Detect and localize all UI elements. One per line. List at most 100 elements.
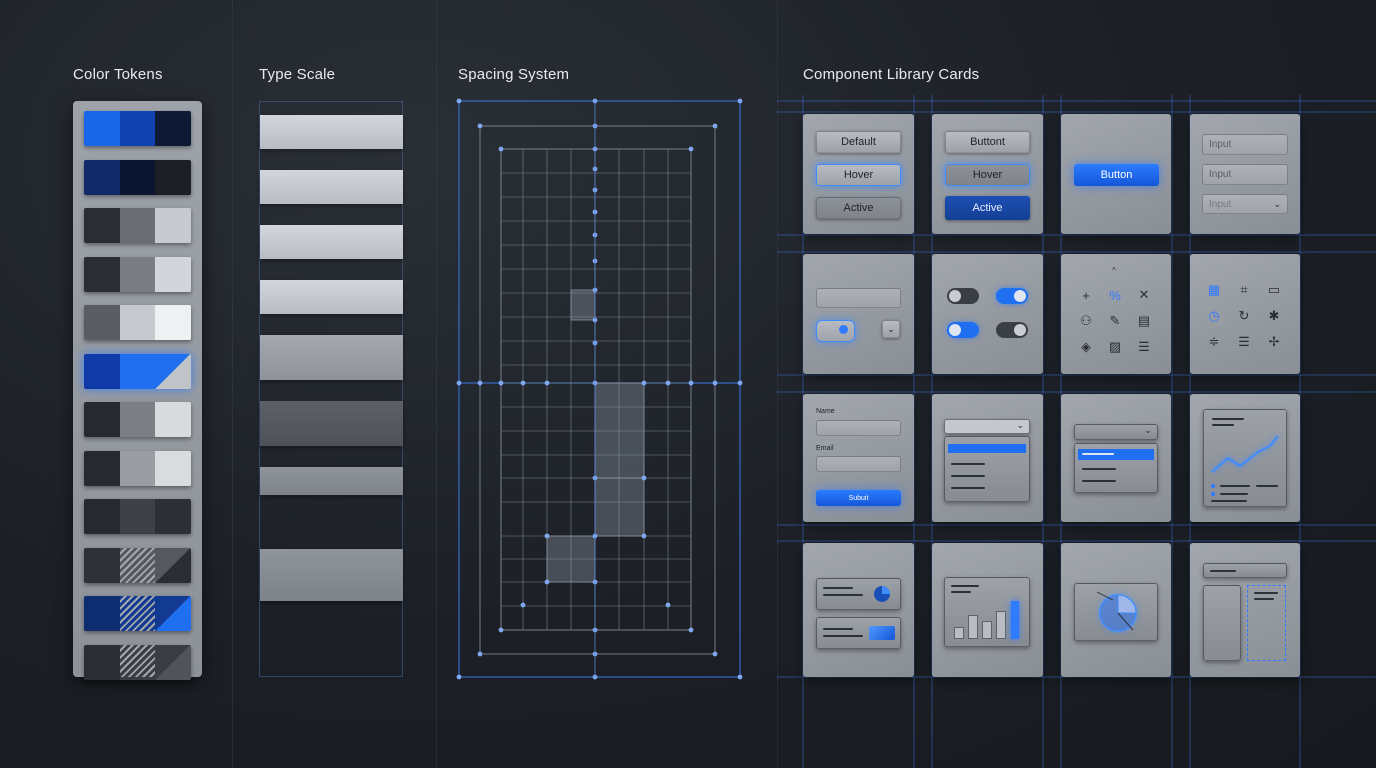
buttont-button[interactable]: Buttont xyxy=(945,131,1030,153)
card-button-states: Default Hover Active xyxy=(803,114,914,234)
name-input[interactable] xyxy=(816,420,901,436)
spacing-node xyxy=(688,146,694,152)
chevron-down-icon: ⌄ xyxy=(1273,198,1281,209)
spacing-node xyxy=(544,533,550,539)
spacing-node xyxy=(688,627,694,633)
color-chip xyxy=(84,256,120,292)
color-token-swatch[interactable] xyxy=(84,208,191,243)
select-input[interactable]: Input ⌄ xyxy=(1202,194,1288,214)
color-chip xyxy=(119,208,156,243)
list-card-title xyxy=(823,628,853,630)
dropdown-select[interactable]: ⌄ xyxy=(1074,424,1158,440)
tag-icon[interactable]: ◈ xyxy=(1076,337,1096,357)
dropdown-select[interactable]: ⌄ xyxy=(944,419,1030,434)
plus-icon[interactable]: + xyxy=(1076,285,1096,305)
color-token-swatch[interactable] xyxy=(84,450,191,486)
card-input-controls: ⌄ xyxy=(803,254,914,374)
grid-icon[interactable]: ▦ xyxy=(1204,280,1224,300)
list-card-title xyxy=(823,587,853,589)
clock-icon[interactable]: ◷ xyxy=(1204,306,1224,326)
hover-button[interactable]: Hover xyxy=(816,164,901,186)
sparkle-icon[interactable]: ✢ xyxy=(1264,332,1284,352)
color-chip xyxy=(119,402,156,437)
toggle-on[interactable] xyxy=(947,322,979,338)
color-token-swatch[interactable] xyxy=(84,402,191,437)
hover-button[interactable]: Hover xyxy=(945,164,1030,186)
spacing-block xyxy=(594,477,645,537)
settings-icon[interactable]: ✱ xyxy=(1264,306,1284,326)
submit-button[interactable]: Subuit xyxy=(816,490,901,506)
dropdown-option[interactable] xyxy=(951,487,985,489)
panel-icon[interactable]: ▭ xyxy=(1264,280,1284,300)
dropdown-option-selected[interactable] xyxy=(1078,449,1154,460)
close-icon[interactable]: ✕ xyxy=(1134,285,1154,305)
toggle-on[interactable] xyxy=(996,288,1028,304)
dropdown-option[interactable] xyxy=(951,463,985,465)
list-icon[interactable]: ☰ xyxy=(1234,332,1254,352)
list-card[interactable] xyxy=(816,578,901,610)
color-token-swatch[interactable] xyxy=(84,305,191,340)
active-button[interactable]: Active xyxy=(816,197,901,219)
toggle-switch[interactable] xyxy=(816,320,855,342)
nodes-icon[interactable]: ⌗ xyxy=(1234,280,1254,300)
spacing-block xyxy=(594,382,645,479)
layout-drop-zone[interactable] xyxy=(1247,585,1286,661)
color-token-swatch[interactable] xyxy=(84,499,191,534)
color-token-swatch[interactable] xyxy=(84,111,191,146)
chevron-down-icon: ⌄ xyxy=(1016,420,1024,430)
toggle-off[interactable] xyxy=(996,322,1028,338)
dropdown-option[interactable] xyxy=(1082,480,1116,482)
line-chart-trend xyxy=(1211,435,1279,473)
color-chip xyxy=(155,159,191,195)
column-divider xyxy=(232,0,233,768)
active-button[interactable]: Active xyxy=(945,196,1030,220)
spacing-node xyxy=(456,98,462,104)
list-icon[interactable]: ☰ xyxy=(1134,337,1154,357)
card-form: Name Email Subuit xyxy=(803,394,914,522)
image-icon[interactable]: ▨ xyxy=(1105,337,1125,357)
sliders-icon[interactable]: ≑ xyxy=(1204,332,1224,352)
dropdown-option-selected[interactable] xyxy=(948,444,1026,453)
type-bar-body xyxy=(260,335,403,380)
chart-subtitle-line xyxy=(1212,424,1234,426)
option-text-line xyxy=(1082,453,1114,455)
toggle-off[interactable] xyxy=(947,288,979,304)
spacing-node xyxy=(737,674,743,680)
spacing-node xyxy=(641,533,647,539)
dropdown-menu xyxy=(944,436,1030,502)
pie-chart xyxy=(1096,591,1137,632)
legend-line xyxy=(1220,485,1250,487)
default-button[interactable]: Default xyxy=(816,131,901,153)
chart-title-line xyxy=(951,585,979,587)
type-bar-h2 xyxy=(260,170,403,204)
dropdown-option[interactable] xyxy=(1082,468,1116,470)
list-card[interactable] xyxy=(816,617,901,649)
chevron-down-icon[interactable]: ⌄ xyxy=(882,320,900,338)
spacing-node xyxy=(665,602,671,608)
color-token-swatch[interactable] xyxy=(84,547,191,583)
refresh-icon[interactable]: ↻ xyxy=(1234,306,1254,326)
type-bar-h4 xyxy=(260,280,403,314)
color-tokens-panel xyxy=(73,101,202,680)
blank-input[interactable] xyxy=(816,288,901,308)
text-input[interactable]: Input xyxy=(1202,164,1288,185)
pencil-icon[interactable]: ✎ xyxy=(1105,311,1125,331)
color-token-swatch[interactable] xyxy=(84,159,191,195)
layout-sidebar xyxy=(1203,585,1241,661)
legend-dot xyxy=(1211,492,1215,496)
color-token-swatch[interactable] xyxy=(84,353,191,389)
color-token-swatch[interactable] xyxy=(84,596,191,631)
chevron-up-icon: ^ xyxy=(1112,266,1116,275)
email-input[interactable] xyxy=(816,456,901,472)
spacing-node xyxy=(641,380,647,386)
text-input[interactable]: Input xyxy=(1202,134,1288,155)
percent-icon[interactable]: % xyxy=(1105,285,1125,305)
bar xyxy=(954,627,964,639)
color-token-swatch[interactable] xyxy=(84,256,191,292)
envelope-icon xyxy=(869,626,895,640)
color-token-swatch[interactable] xyxy=(84,644,191,680)
group-icon[interactable]: ⚇ xyxy=(1076,311,1096,331)
primary-button[interactable]: Button xyxy=(1074,164,1159,186)
media-icon[interactable]: ▤ xyxy=(1134,311,1154,331)
dropdown-option[interactable] xyxy=(951,475,985,477)
